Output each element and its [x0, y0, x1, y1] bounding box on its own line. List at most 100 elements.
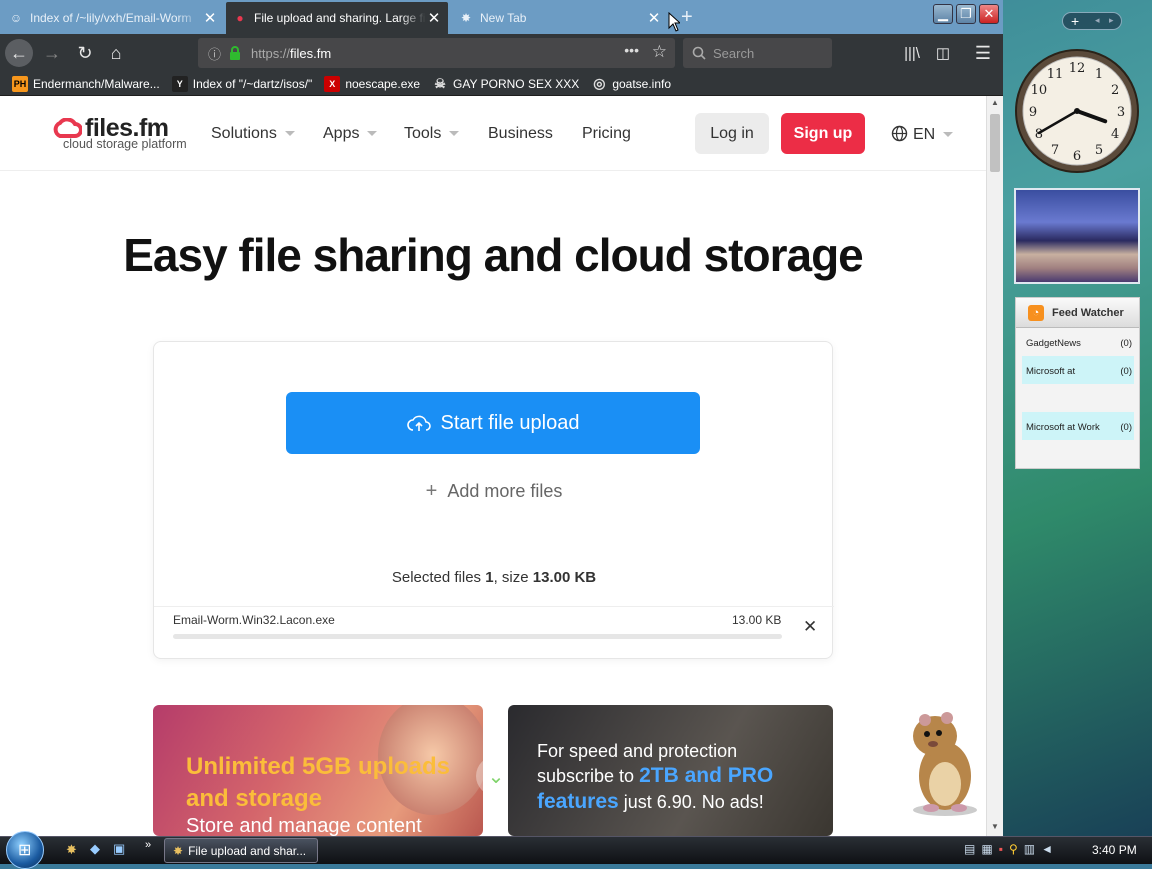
tray-search-icon[interactable]: ⚲	[1009, 842, 1018, 860]
quicklaunch-security-icon[interactable]: ◆	[90, 841, 100, 857]
tray-network-icon[interactable]: ▤	[964, 842, 975, 860]
clock-numeral: 5	[1095, 143, 1103, 158]
selected-size: 13.00 KB	[532, 569, 597, 586]
promo-headline: Unlimited 5GB uploads and storage	[186, 753, 451, 812]
bookmark-label: Endermanch/Malware...	[33, 76, 160, 91]
promo-unlimited-card[interactable]: Unlimited 5GB uploads and storage Store …	[153, 705, 483, 836]
clock-numeral: 3	[1117, 105, 1125, 120]
add-gadget-icon[interactable]: +	[1071, 13, 1079, 29]
windows-logo-icon: ⊞	[18, 842, 32, 859]
promo-line2: subscribe to 2TB and PRO	[537, 764, 773, 788]
close-tab-icon[interactable]: ✕	[202, 9, 218, 27]
start-upload-label: Start file upload	[440, 411, 580, 434]
library-icon[interactable]: |||\	[898, 39, 926, 67]
url-host: files.fm	[290, 45, 332, 61]
close-tab-icon[interactable]: ✕	[646, 9, 662, 27]
add-more-label: Add more files	[447, 481, 563, 501]
minimize-button[interactable]: ▁	[933, 4, 953, 24]
taskbar-window-button[interactable]: ✸ File upload and shar...	[164, 838, 318, 863]
lock-icon	[230, 46, 241, 60]
new-tab-plus-icon[interactable]: +	[681, 6, 693, 29]
tray-shield-icon[interactable]: ▪	[999, 842, 1003, 860]
quicklaunch-overflow-icon[interactable]: »	[145, 839, 151, 851]
bookmark-noescape[interactable]: Xnoescape.exe	[324, 75, 420, 92]
home-icon[interactable]: ⌂	[102, 39, 130, 67]
chevron-down-icon	[284, 131, 295, 137]
plus-icon: +	[425, 480, 438, 502]
url-bar[interactable]: ⓘ https://files.fm ••• ☆	[198, 38, 675, 68]
bookmark-gay-porno[interactable]: ☠ GAY PORNO SEX XXX	[432, 76, 579, 92]
sidebar-icon[interactable]: ◫	[929, 39, 957, 67]
tab-index-lily[interactable]: ☺ Index of /~lily/vxh/Email-Worm ✕	[2, 2, 224, 34]
clock-time[interactable]: 3:40 PM	[1092, 843, 1137, 857]
feed-name: GadgetNews	[1026, 338, 1081, 349]
page-actions-icon[interactable]: •••	[624, 42, 639, 58]
bookmark-goatse[interactable]: ◎ goatse.info	[591, 75, 671, 92]
taskbar-window-label: File upload and shar...	[188, 843, 307, 858]
site-favicon-icon: ☺	[9, 11, 23, 25]
back-arrow-icon[interactable]: ←	[5, 39, 33, 67]
close-window-button[interactable]: ✕	[979, 4, 999, 24]
feed-header: ◔ Feed Watcher	[1016, 298, 1139, 328]
language-selector[interactable]: EN	[891, 125, 954, 144]
bookmark-endermanch[interactable]: PH Endermanch/Malware...	[12, 75, 160, 92]
add-more-files-link[interactable]: + Add more files	[154, 480, 834, 503]
prev-gadget-icon[interactable]: ◂	[1095, 15, 1100, 26]
selected-files-summary: Selected files 1, size 13.00 KB	[154, 569, 834, 586]
nav-solutions[interactable]: Solutions	[211, 125, 295, 143]
promo-pro-card[interactable]: For speed and protection subscribe to 2T…	[508, 705, 833, 836]
tray-monitor-icon[interactable]: ▥	[1024, 842, 1035, 860]
selected-prefix: Selected files	[391, 569, 486, 586]
menu-hamburger-icon[interactable]: ☰	[969, 39, 997, 67]
slideshow-gadget[interactable]	[1014, 188, 1140, 284]
tab-files-fm[interactable]: ● File upload and sharing. Large files ✕	[226, 2, 448, 34]
reload-icon[interactable]: ↻	[71, 39, 99, 67]
clock-numeral: 8	[1035, 127, 1043, 142]
search-placeholder: Search	[713, 45, 755, 61]
upload-card: Start file upload + Add more files Select…	[153, 341, 834, 659]
close-tab-icon[interactable]: ✕	[426, 9, 442, 27]
next-gadget-icon[interactable]: ▸	[1109, 15, 1114, 26]
vertical-scrollbar[interactable]: ▲ ▼	[986, 96, 1003, 836]
ph-favicon-icon: PH	[12, 75, 28, 92]
bookmark-star-icon[interactable]: ☆	[652, 42, 667, 62]
gadget-controls: + ◂ ▸	[1062, 12, 1122, 30]
tray-app-icon[interactable]: ▦	[981, 842, 992, 860]
scroll-up-arrow-icon[interactable]: ▲	[991, 98, 999, 107]
bookmark-dartz-isos[interactable]: Y Index of "/~dartz/isos/"	[171, 75, 313, 92]
show-desktop-icon[interactable]: ▣	[113, 841, 125, 857]
signup-button[interactable]: Sign up	[781, 113, 865, 154]
clock-gadget[interactable]: 1234567891011 12	[1014, 48, 1141, 175]
clock-numeral: 10	[1031, 83, 1048, 98]
feed-name: Microsoft at	[1026, 366, 1076, 377]
bookmarks-bar: PH Endermanch/Malware... Y Index of "/~dar…	[0, 72, 1003, 96]
start-orb-button[interactable]: ⊞	[6, 831, 44, 869]
remove-file-icon[interactable]: ✕	[803, 617, 817, 637]
tray-volume-muted-icon[interactable]: ◄	[1041, 842, 1053, 860]
bookmark-label: Index of "/~dartz/isos/"	[192, 76, 313, 91]
nav-label: Apps	[323, 125, 360, 142]
feed-item[interactable]: Microsoft at (0)	[1022, 356, 1134, 384]
clock-numeral: 7	[1051, 143, 1059, 158]
web-page: files.fm cloud storage platform Solution…	[0, 96, 986, 836]
nav-apps[interactable]: Apps	[323, 125, 378, 143]
skull-icon: ☠	[434, 75, 446, 91]
x-favicon-icon: X	[324, 75, 341, 92]
scroll-down-arrow-icon[interactable]: ▼	[991, 822, 999, 831]
tab-new-tab[interactable]: ✸ New Tab ✕	[452, 2, 668, 34]
start-upload-button[interactable]: Start file upload	[286, 392, 700, 454]
restore-button[interactable]: ❐	[956, 4, 976, 24]
forward-arrow-icon[interactable]: →	[38, 39, 66, 67]
login-button[interactable]: Log in	[695, 113, 769, 154]
nav-tools[interactable]: Tools	[404, 125, 460, 143]
hamster-desktop-pet-icon[interactable]	[895, 706, 985, 818]
feed-item[interactable]: Microsoft at Work (0)	[1022, 412, 1134, 440]
quicklaunch-app-icon[interactable]: ✸	[66, 842, 77, 858]
nav-pricing[interactable]: Pricing	[582, 125, 631, 143]
scrollbar-thumb[interactable]	[990, 114, 1000, 172]
feed-item[interactable]: GadgetNews (0)	[1022, 336, 1134, 354]
globe-icon	[891, 125, 908, 142]
nav-business[interactable]: Business	[488, 125, 553, 143]
search-input[interactable]: Search	[683, 38, 832, 68]
info-icon[interactable]: ⓘ	[208, 44, 221, 63]
